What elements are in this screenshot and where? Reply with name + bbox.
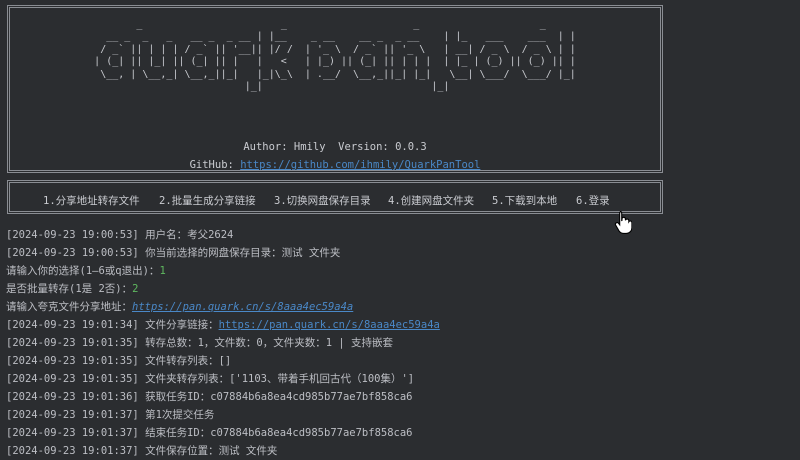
menu-item-switch-directory[interactable]: 3.切换网盘保存目录 <box>274 193 371 208</box>
log-line: [2024-09-23 19:01:35] 转存总数：1，文件数：0，文件夹数：… <box>6 337 394 349</box>
console-log: [2024-09-23 19:00:53] 用户名：考父2624 [2024-0… <box>6 226 800 460</box>
github-label: GitHub: <box>189 159 234 171</box>
main-menu: 1.分享地址转存文件 2.批量生成分享链接 3.切换网盘保存目录 4.创建网盘文… <box>7 180 663 214</box>
share-link[interactable]: https://pan.quark.cn/s/8aaa4ec59a4a <box>219 319 440 331</box>
prompt-line: 是否批量转存(1是 2否)：2 <box>6 280 800 298</box>
log-line: [2024-09-23 19:00:53] 你当前选择的网盘保存目录：测试 文件… <box>6 247 341 259</box>
version-number: 0.0.3 <box>395 141 427 153</box>
github-link[interactable]: https://github.com/ihmily/QuarkPanTool <box>240 159 480 171</box>
banner-box: _ _ _ _ __ _ _ _ __ _ _ __ | |__ _ __ __… <box>7 5 663 173</box>
user-input-batch: 2 <box>132 283 139 295</box>
log-line: [2024-09-23 19:01:37] 第1次提交任务 <box>6 409 215 421</box>
author-name: Hmily <box>293 141 326 153</box>
log-line: [2024-09-23 19:01:36] 获取任务ID：c07884b6a8e… <box>6 391 413 403</box>
menu-item-share-transfer[interactable]: 1.分享地址转存文件 <box>43 193 140 208</box>
menu-item-create-folder[interactable]: 4.创建网盘文件夹 <box>388 193 474 208</box>
github-line: GitHub: https://github.com/ihmily/QuarkP… <box>10 159 660 171</box>
log-line: [2024-09-23 19:01:37] 结束任务ID：c07884b6a8e… <box>6 427 413 439</box>
log-line: [2024-09-23 19:01:37] 文件保存位置：测试 文件夹 <box>6 445 278 457</box>
author-line: Author: Hmily Version: 0.0.3 <box>10 141 660 153</box>
ascii-logo: _ _ _ _ __ _ _ _ __ _ _ __ | |__ _ __ __… <box>94 19 576 93</box>
log-line: [2024-09-23 19:01:35] 文件转存列表：[] <box>6 355 232 367</box>
prompt-text: 请输入夸克文件分享地址： <box>6 301 132 313</box>
log-line: [2024-09-23 19:00:53] 用户名：考父2624 <box>6 229 234 241</box>
menu-item-download[interactable]: 5.下载到本地 <box>492 193 557 208</box>
menu-item-batch-share[interactable]: 2.批量生成分享链接 <box>159 193 256 208</box>
log-prefix: [2024-09-23 19:01:34] 文件分享链接： <box>6 319 219 331</box>
prompt-text: 请输入你的选择(1—6或q退出)： <box>6 265 160 277</box>
version-label: Version: <box>338 141 389 153</box>
menu-item-login[interactable]: 6.登录 <box>576 193 610 208</box>
share-url-input[interactable]: https://pan.quark.cn/s/8aaa4ec59a4a <box>132 301 353 313</box>
log-line: [2024-09-23 19:01:35] 文件夹转存列表：['1103、带着手… <box>6 373 415 385</box>
user-input-choice: 1 <box>159 265 166 277</box>
prompt-line: 请输入夸克文件分享地址：https://pan.quark.cn/s/8aaa4… <box>6 298 800 316</box>
prompt-line: 请输入你的选择(1—6或q退出)：1 <box>6 262 800 280</box>
log-line: [2024-09-23 19:01:34] 文件分享链接：https://pan… <box>6 316 800 334</box>
author-label: Author: <box>243 141 288 153</box>
prompt-text: 是否批量转存(1是 2否)： <box>6 283 133 295</box>
